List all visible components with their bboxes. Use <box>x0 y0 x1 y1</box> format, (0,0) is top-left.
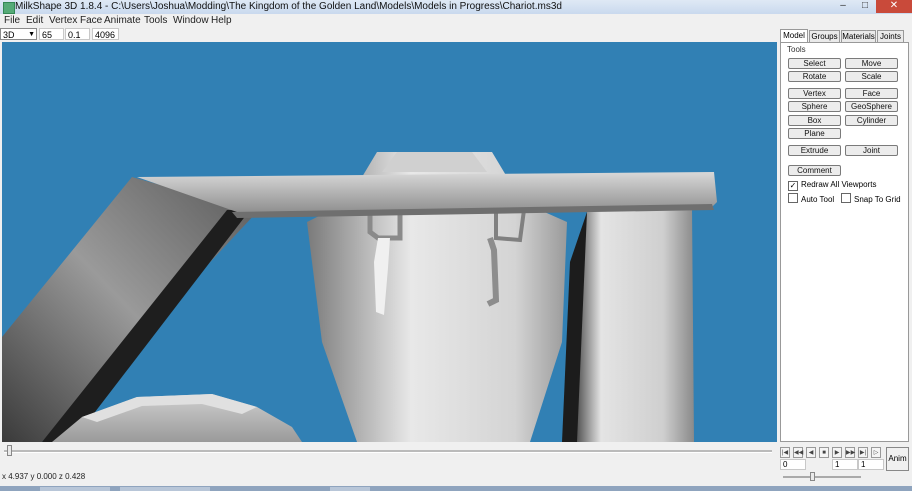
move-button[interactable]: Move <box>845 58 898 69</box>
total-frames-field[interactable]: 1 <box>858 459 884 470</box>
maximize-button[interactable]: □ <box>854 0 876 13</box>
tab-groups[interactable]: Groups <box>809 30 840 42</box>
tools-group-label: Tools <box>787 45 806 54</box>
chevron-down-icon: ▼ <box>28 31 35 38</box>
anim-button[interactable]: Anim <box>886 447 909 471</box>
checkbox-icon <box>841 193 851 203</box>
menu-bar: File Edit Vertex Face Animate Tools Wind… <box>0 14 912 27</box>
menu-animate[interactable]: Animate <box>104 14 141 27</box>
geosphere-button[interactable]: GeoSphere <box>845 101 898 112</box>
window-controls: – □ ✕ <box>832 0 912 14</box>
tool-panel: Model Groups Materials Joints Tools Sele… <box>778 28 912 444</box>
next-frame-icon[interactable]: ▶ <box>832 447 842 458</box>
speed-slider-track <box>783 476 861 478</box>
select-button[interactable]: Select <box>788 58 841 69</box>
auto-tool-checkbox[interactable]: Auto Tool <box>788 193 834 205</box>
comment-button[interactable]: Comment <box>788 165 841 176</box>
speed-slider-thumb[interactable] <box>810 472 815 481</box>
redraw-all-label: Redraw All Viewports <box>801 180 877 189</box>
joint-button[interactable]: Joint <box>845 145 898 156</box>
check-icon: ✓ <box>788 181 798 191</box>
sphere-button[interactable]: Sphere <box>788 101 841 112</box>
redraw-all-viewports-checkbox[interactable]: ✓ Redraw All Viewports <box>788 180 876 191</box>
taskbar-item[interactable] <box>40 487 110 491</box>
animation-timeline[interactable] <box>0 444 776 457</box>
close-button[interactable]: ✕ <box>876 0 912 13</box>
scene-render <box>2 152 717 442</box>
rotate-button[interactable]: Rotate <box>788 71 841 82</box>
menu-tools[interactable]: Tools <box>144 14 167 27</box>
stop-icon[interactable]: ■ <box>819 447 829 458</box>
auto-tool-label: Auto Tool <box>801 195 835 204</box>
last-frame-icon[interactable]: ▶| <box>858 447 868 458</box>
tab-joints[interactable]: Joints <box>877 30 904 42</box>
next-key-icon[interactable]: ▶▶ <box>845 447 855 458</box>
menu-file[interactable]: File <box>4 14 20 27</box>
scale-button[interactable]: Scale <box>845 71 898 82</box>
tab-model[interactable]: Model <box>780 29 808 43</box>
first-frame-icon[interactable]: |◀ <box>780 447 790 458</box>
animation-controls: |◀ ◀◀ ◀ ■ ▶ ▶▶ ▶| ▷ 0 1 1 Anim <box>778 446 909 486</box>
menu-window[interactable]: Window <box>173 14 209 27</box>
coordinate-status: x 4.937 y 0.000 z 0.428 <box>2 472 86 481</box>
play-icon[interactable]: ▷ <box>871 447 881 458</box>
3d-viewport[interactable] <box>2 42 777 442</box>
face-button[interactable]: Face <box>845 88 898 99</box>
menu-face[interactable]: Face <box>80 14 102 27</box>
far-clip-field[interactable]: 4096 <box>92 28 119 40</box>
extrude-button[interactable]: Extrude <box>788 145 841 156</box>
minimize-button[interactable]: – <box>832 0 854 13</box>
timeline-track <box>4 450 772 453</box>
prev-key-icon[interactable]: ◀◀ <box>793 447 803 458</box>
fov-field[interactable]: 65 <box>39 28 64 40</box>
title-bar[interactable]: MilkShape 3D 1.8.4 - C:\Users\Joshua\Mod… <box>0 0 912 15</box>
menu-vertex[interactable]: Vertex <box>49 14 77 27</box>
snap-to-grid-checkbox[interactable]: Snap To Grid <box>841 193 901 205</box>
prev-frame-icon[interactable]: ◀ <box>806 447 816 458</box>
view-mode-value: 3D <box>3 30 15 40</box>
checkbox-icon <box>788 193 798 203</box>
frame-field[interactable]: 0 <box>780 459 806 470</box>
box-button[interactable]: Box <box>788 115 841 126</box>
window-title: MilkShape 3D 1.8.4 - C:\Users\Joshua\Mod… <box>15 1 562 12</box>
app-icon[interactable] <box>3 2 15 14</box>
timeline-thumb[interactable] <box>7 445 12 456</box>
current-frame-field[interactable]: 1 <box>832 459 858 470</box>
near-clip-field[interactable]: 0.1 <box>65 28 90 40</box>
view-mode-select[interactable]: 3D ▼ <box>0 28 37 40</box>
menu-help[interactable]: Help <box>211 14 232 27</box>
taskbar <box>0 486 912 491</box>
snap-to-grid-label: Snap To Grid <box>854 195 901 204</box>
taskbar-item[interactable] <box>120 487 210 491</box>
plane-button[interactable]: Plane <box>788 128 841 139</box>
tab-materials[interactable]: Materials <box>841 30 876 42</box>
cylinder-button[interactable]: Cylinder <box>845 115 898 126</box>
menu-edit[interactable]: Edit <box>26 14 43 27</box>
vertex-button[interactable]: Vertex <box>788 88 841 99</box>
taskbar-item[interactable] <box>330 487 370 491</box>
